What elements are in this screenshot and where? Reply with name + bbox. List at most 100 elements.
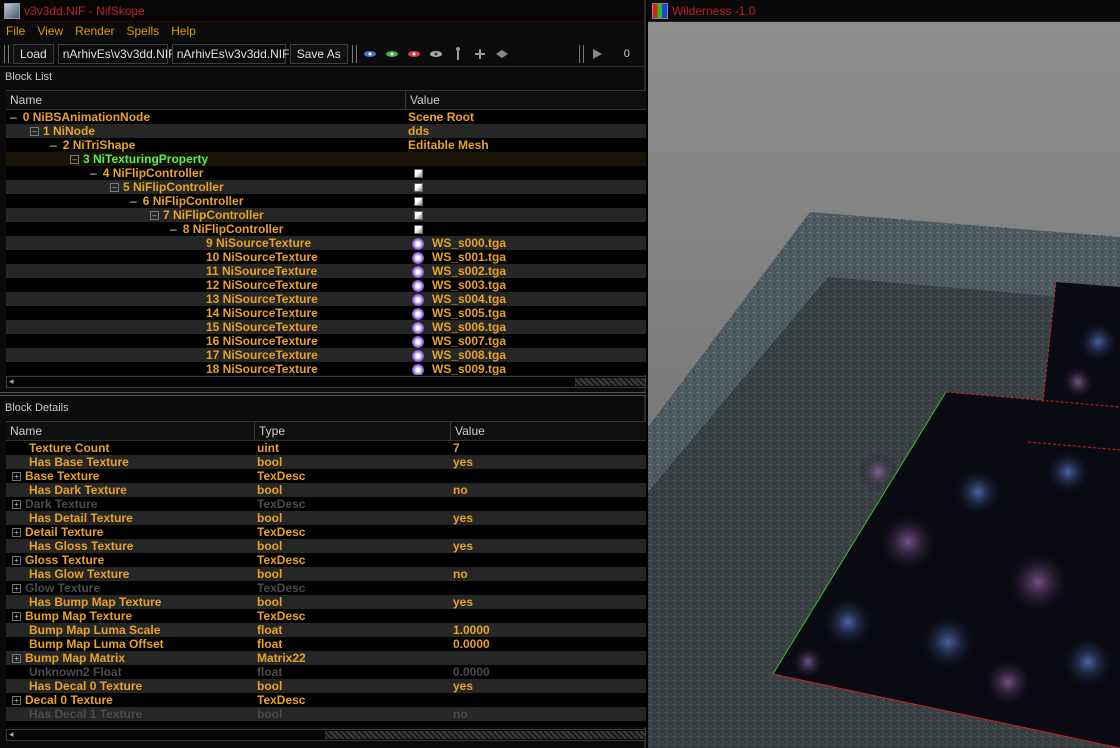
viewport-scene[interactable] xyxy=(648,22,1120,748)
load-button[interactable]: Load xyxy=(13,43,54,64)
block-details-scroll-thumb[interactable] xyxy=(325,731,645,739)
menu-render[interactable]: Render xyxy=(75,24,114,38)
expand-icon[interactable]: + xyxy=(12,584,21,594)
detail-value[interactable] xyxy=(451,609,646,623)
block-list-col-value[interactable]: Value xyxy=(406,91,646,109)
view-front-icon[interactable] xyxy=(383,45,401,63)
detail-row[interactable]: Has Detail Texture bool yes xyxy=(6,511,646,525)
detail-value[interactable]: no xyxy=(451,707,646,721)
block-list-scroll-thumb[interactable] xyxy=(575,378,645,386)
block-list-row[interactable]: –4 NiFlipController xyxy=(6,166,646,180)
menu-view[interactable]: View xyxy=(37,24,63,38)
detail-value[interactable]: yes xyxy=(451,679,646,693)
collapse-box-icon[interactable]: – xyxy=(150,211,159,221)
detail-row[interactable]: + Dark Texture TexDesc xyxy=(6,497,646,511)
expand-icon[interactable]: + xyxy=(12,500,21,510)
block-details-tree[interactable]: Name Type Value Texture Count uint 7 Has Ba… xyxy=(6,421,646,727)
detail-value[interactable]: yes xyxy=(451,455,646,469)
detail-row[interactable]: Has Bump Map Texture bool yes xyxy=(6,595,646,609)
collapse-box-icon[interactable]: – xyxy=(30,127,39,137)
details-col-name[interactable]: Name xyxy=(6,422,255,440)
detail-value[interactable] xyxy=(451,469,646,483)
expand-icon[interactable]: + xyxy=(12,472,21,482)
block-list-row[interactable]: 14 NiSourceTexture WS_s005.tga xyxy=(6,306,646,320)
detail-value[interactable]: yes xyxy=(451,539,646,553)
detail-row[interactable]: Bump Map Luma Offset float 0.0000 xyxy=(6,637,646,651)
collapse-icon[interactable]: – xyxy=(50,138,57,152)
details-col-type[interactable]: Type xyxy=(255,422,451,440)
panel-splitter[interactable] xyxy=(0,392,646,396)
detail-row[interactable]: Texture Count uint 7 xyxy=(6,441,646,455)
menu-spells[interactable]: Spells xyxy=(127,24,160,38)
block-list-row[interactable]: 18 NiSourceTexture WS_s009.tga xyxy=(6,362,646,375)
toolbar-handle-3[interactable] xyxy=(578,44,584,63)
walk-icon[interactable] xyxy=(449,45,467,63)
detail-value[interactable] xyxy=(451,693,646,707)
toolbar-handle-2[interactable] xyxy=(351,44,357,63)
block-list-row[interactable]: –6 NiFlipController xyxy=(6,194,646,208)
collapse-box-icon[interactable]: – xyxy=(70,155,79,165)
detail-value[interactable] xyxy=(451,525,646,539)
detail-row[interactable]: Has Dark Texture bool no xyxy=(6,483,646,497)
block-list-tree[interactable]: Name Value –0 NiBSAnimationNode Scene Roo… xyxy=(6,90,646,375)
detail-row[interactable]: + Base Texture TexDesc xyxy=(6,469,646,483)
collapse-icon[interactable]: – xyxy=(10,110,17,124)
detail-row[interactable]: Bump Map Luma Scale float 1.0000 xyxy=(6,623,646,637)
block-details-hscrollbar[interactable]: ◂ xyxy=(6,729,646,741)
detail-value[interactable]: yes xyxy=(451,595,646,609)
details-col-value[interactable]: Value xyxy=(451,422,646,440)
detail-row[interactable]: Has Base Texture bool yes xyxy=(6,455,646,469)
detail-row[interactable]: Has Glow Texture bool no xyxy=(6,567,646,581)
detail-value[interactable] xyxy=(451,581,646,595)
detail-value[interactable]: no xyxy=(451,567,646,581)
collapse-icon[interactable]: – xyxy=(170,222,177,236)
axes-icon[interactable] xyxy=(493,45,511,63)
expand-icon[interactable]: + xyxy=(12,528,21,538)
detail-row[interactable]: + Detail Texture TexDesc xyxy=(6,525,646,539)
menu-file[interactable]: File xyxy=(6,24,25,38)
detail-value[interactable]: no xyxy=(451,483,646,497)
view-top-icon[interactable] xyxy=(361,45,379,63)
render-viewport[interactable] xyxy=(648,22,1120,748)
scroll-left-icon[interactable]: ◂ xyxy=(9,376,14,387)
block-list-row[interactable]: –8 NiFlipController xyxy=(6,222,646,236)
detail-value[interactable]: 0.0000 xyxy=(451,665,646,679)
block-list-row[interactable]: –5 NiFlipController xyxy=(6,180,646,194)
expand-icon[interactable]: + xyxy=(12,696,21,706)
detail-row[interactable]: Has Gloss Texture bool yes xyxy=(6,539,646,553)
detail-row[interactable]: + Glow Texture TexDesc xyxy=(6,581,646,595)
block-list-row[interactable]: –2 NiTriShape Editable Mesh xyxy=(6,138,646,152)
block-list-row[interactable]: 16 NiSourceTexture WS_s007.tga xyxy=(6,334,646,348)
collapse-icon[interactable]: – xyxy=(130,194,137,208)
expand-icon[interactable]: + xyxy=(12,612,21,622)
detail-row[interactable]: Has Decal 0 Texture bool yes xyxy=(6,679,646,693)
detail-row[interactable]: Unknown2 Float float 0.0000 xyxy=(6,665,646,679)
flip-icon[interactable] xyxy=(471,45,489,63)
detail-value[interactable]: yes xyxy=(451,511,646,525)
toolbar-handle[interactable] xyxy=(4,44,9,63)
view-side-icon[interactable] xyxy=(405,45,423,63)
detail-row[interactable]: + Bump Map Matrix Matrix22 xyxy=(6,651,646,665)
save-path-field[interactable]: nArhivEs\v3v3dd.NIF xyxy=(171,43,289,64)
detail-row[interactable]: + Decal 0 Texture TexDesc xyxy=(6,693,646,707)
view-user-icon[interactable] xyxy=(427,45,445,63)
block-list-row[interactable]: 13 NiSourceTexture WS_s004.tga xyxy=(6,292,646,306)
expand-icon[interactable]: + xyxy=(12,556,21,566)
block-list-row[interactable]: –0 NiBSAnimationNode Scene Root xyxy=(6,110,646,124)
block-list-hscrollbar[interactable]: ◂ xyxy=(6,376,646,388)
block-list-col-name[interactable]: Name xyxy=(6,91,406,109)
detail-value[interactable]: 1.0000 xyxy=(451,623,646,637)
play-icon[interactable] xyxy=(588,45,606,63)
detail-value[interactable] xyxy=(451,497,646,511)
expand-icon[interactable]: + xyxy=(12,654,21,664)
collapse-icon[interactable]: – xyxy=(90,166,97,180)
block-list-row[interactable]: –3 NiTexturingProperty xyxy=(6,152,646,166)
detail-value[interactable] xyxy=(451,553,646,567)
block-list-row[interactable]: 12 NiSourceTexture WS_s003.tga xyxy=(6,278,646,292)
block-list-row[interactable]: –1 NiNode dds xyxy=(6,124,646,138)
block-list-row[interactable]: 9 NiSourceTexture WS_s000.tga xyxy=(6,236,646,250)
block-list-row[interactable]: –7 NiFlipController xyxy=(6,208,646,222)
detail-value[interactable]: 0.0000 xyxy=(451,637,646,651)
detail-row[interactable]: + Bump Map Texture TexDesc xyxy=(6,609,646,623)
block-list-row[interactable]: 17 NiSourceTexture WS_s008.tga xyxy=(6,348,646,362)
